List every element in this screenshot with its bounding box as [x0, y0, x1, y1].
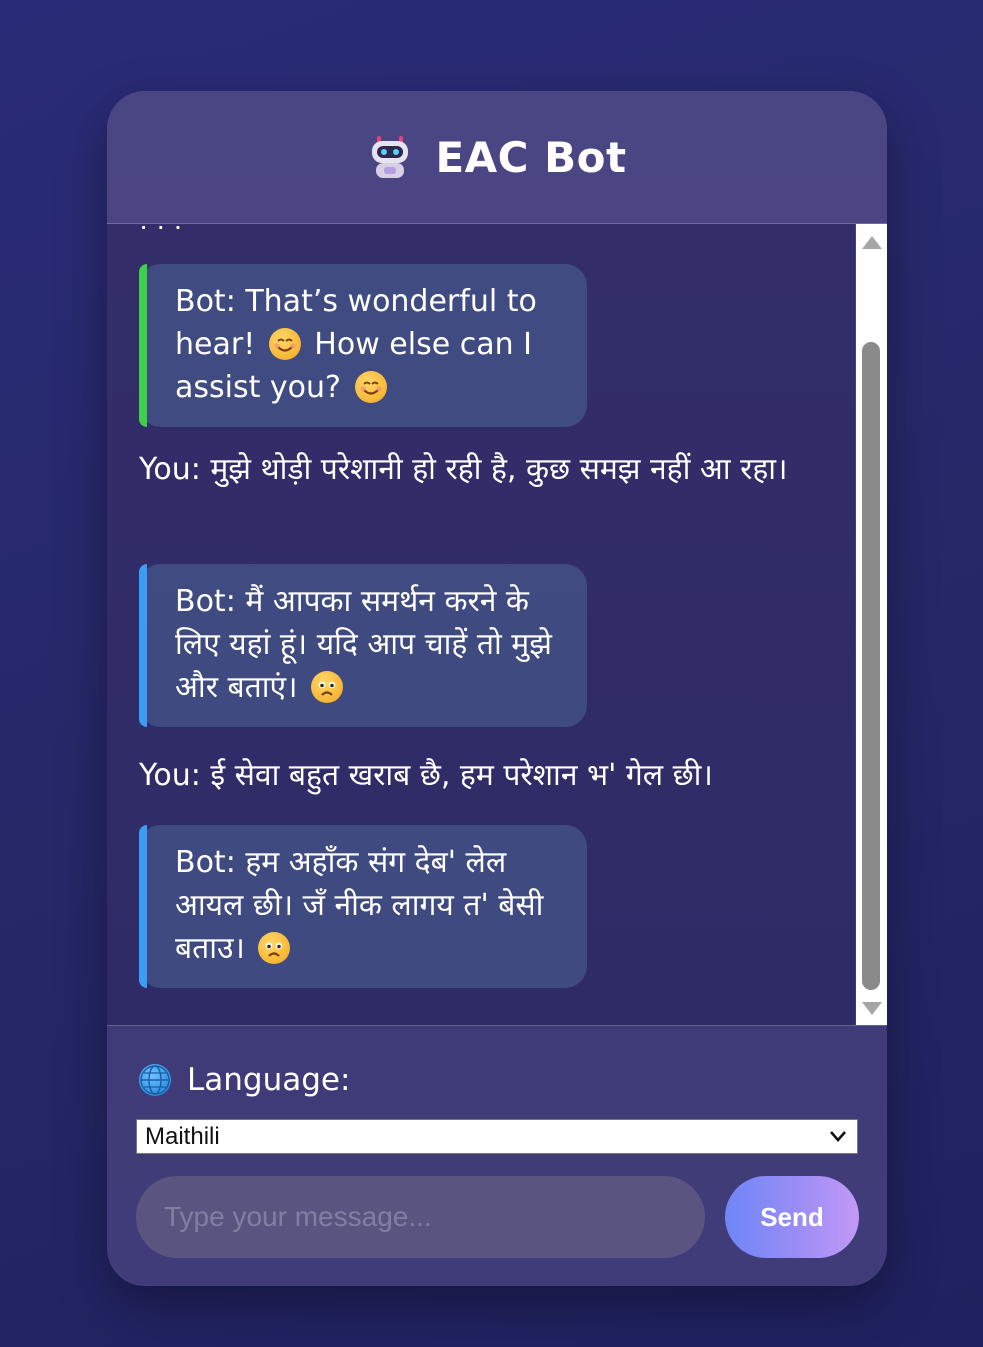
- scroll-down-arrow-icon[interactable]: [862, 1002, 882, 1015]
- language-label: Language:: [187, 1062, 351, 1098]
- language-row: Language:: [139, 1062, 350, 1098]
- chat-window: EAC Bot · · · Bot: That’s wonderful to h…: [107, 91, 887, 1286]
- message-scrollbar[interactable]: [856, 224, 887, 1025]
- chevron-down-icon: [830, 1131, 846, 1142]
- chat-title: EAC Bot: [435, 132, 627, 182]
- smile-emoji-icon: [268, 328, 301, 360]
- bot-message: Bot: मैं आपका समर्थन करने के लिए यहां हू…: [139, 564, 587, 727]
- globe-icon: [139, 1064, 171, 1096]
- scrollbar-thumb[interactable]: [862, 342, 880, 990]
- message-input[interactable]: Type your message...: [136, 1176, 705, 1258]
- bot-message-text: Bot: मैं आपका समर्थन करने के लिए यहां हू…: [175, 584, 552, 705]
- send-button[interactable]: Send: [725, 1176, 859, 1258]
- chat-footer: Language: Maithili Type your message... …: [107, 1025, 887, 1286]
- scroll-up-arrow-icon[interactable]: [862, 236, 882, 249]
- sad-emoji-icon: [258, 932, 291, 964]
- language-selected-value: Maithili: [145, 1122, 220, 1150]
- bot-message: Bot: That’s wonderful to hear! How else …: [139, 264, 587, 427]
- sad-emoji-icon: [311, 671, 343, 703]
- clipped-message: · · ·: [139, 224, 279, 230]
- bot-message-text: Bot: हम अहाँक संग देब' लेल आयल छी। जँ नी…: [175, 845, 544, 966]
- smile-emoji-icon: [354, 371, 387, 403]
- chat-header: EAC Bot: [107, 91, 887, 224]
- user-message: You: ई सेवा बहुत खराब छै, हम परेशान भ' ग…: [139, 758, 713, 793]
- language-select[interactable]: Maithili: [136, 1119, 858, 1154]
- bot-message: Bot: हम अहाँक संग देब' लेल आयल छी। जँ नी…: [139, 825, 587, 988]
- user-message: You: मुझे थोड़ी परेशानी हो रही है, कुछ स…: [139, 452, 788, 487]
- robot-icon: [367, 134, 413, 180]
- message-input-placeholder: Type your message...: [164, 1201, 432, 1232]
- message-list[interactable]: · · · Bot: That’s wonderful to hear! How…: [107, 224, 855, 1025]
